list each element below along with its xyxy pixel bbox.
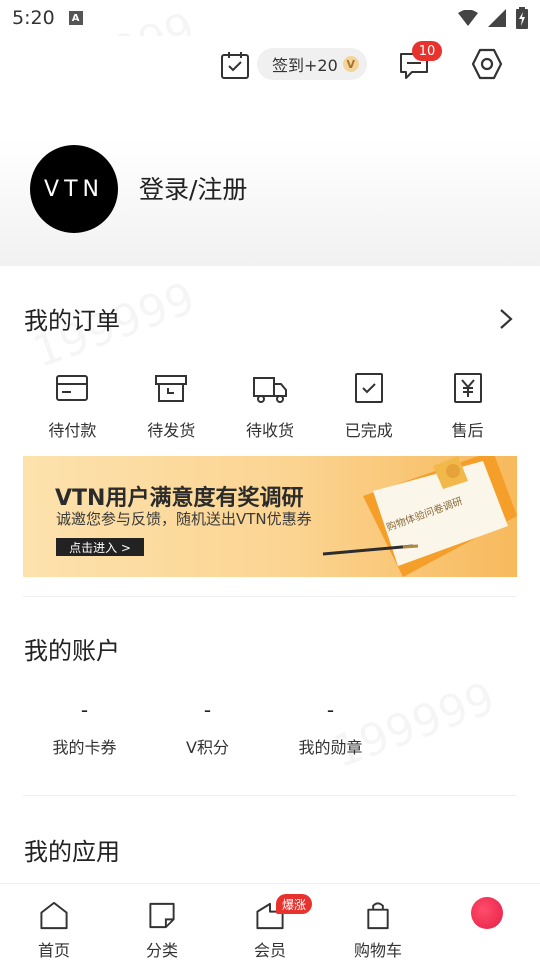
avatar[interactable]: VTN [30,145,118,233]
notification-icon: A [68,11,83,25]
order-item-pending-receipt[interactable]: 待收货 [221,372,320,442]
order-status-row: 待付款 待发货 待收货 已完成 售后 [23,372,517,442]
account-item-medals[interactable]: - 我的勋章 [269,698,392,758]
divider [23,795,517,796]
gift-box-illustration: 购物体验问卷调研 [322,456,517,577]
settings-icon[interactable] [470,47,504,81]
order-item-pending-payment[interactable]: 待付款 [23,372,122,442]
battery-icon [516,7,528,29]
nav-label: 首页 [37,941,70,960]
signal-icon [488,9,506,27]
account-label: 我的卡券 [52,738,117,757]
nav-label: 购物车 [353,941,402,960]
nav-item-member[interactable]: 会员 爆涨 [220,884,320,960]
survey-banner[interactable]: VTN用户满意度有奖调研 诚邀您参与反馈，随机送出VTN优惠券 点击进入 > 购… [23,456,517,577]
status-icons [458,7,528,29]
orders-section-title: 我的订单 [24,307,120,335]
order-label: 已完成 [344,421,393,440]
yen-icon [453,373,482,403]
apps-section-title: 我的应用 [24,838,120,866]
order-item-after-sales[interactable]: 售后 [418,372,517,442]
box-icon [155,375,188,402]
nav-item-home[interactable]: 首页 [4,884,104,960]
order-label: 待发货 [147,421,196,440]
order-label: 待付款 [48,421,97,440]
nav-label: 会员 [253,941,286,960]
account-row: - 我的卡券 - V积分 - 我的勋章 [23,698,393,758]
bottom-nav: 首页 分类 会员 爆涨 购物车 [0,883,540,960]
nav-item-category[interactable]: 分类 [112,884,212,960]
account-label: V积分 [186,738,229,757]
status-bar: 5:20 A [0,0,540,36]
sign-in-label: 签到+20 [272,56,338,75]
nav-label: 分类 [145,941,178,960]
order-label: 待收货 [245,421,294,440]
account-value: - [326,698,335,722]
account-item-points[interactable]: - V积分 [146,698,269,758]
divider [23,596,517,597]
order-label: 售后 [451,421,484,440]
bag-icon [367,902,389,930]
sign-in-button[interactable]: 签到+20 V [257,48,367,80]
header-actions: 签到+20 V 10 [0,41,540,84]
floating-red-dot[interactable] [471,897,503,929]
account-section-title: 我的账户 [24,637,120,665]
account-label: 我的勋章 [298,738,363,757]
account-value: - [80,698,89,722]
order-item-pending-shipment[interactable]: 待发货 [122,372,221,442]
status-time: 5:20 [12,7,55,29]
order-item-completed[interactable]: 已完成 [319,372,418,442]
chevron-right-icon[interactable] [498,307,514,331]
hot-badge: 爆涨 [276,894,313,914]
nav-item-cart[interactable]: 购物车 [328,884,428,960]
login-register-link[interactable]: 登录/注册 [139,170,247,206]
account-value: - [203,698,212,722]
v-coin-icon: V [342,56,359,72]
message-badge: 10 [412,41,442,61]
check-icon [354,373,383,403]
wifi-icon [458,10,478,26]
category-icon [149,902,175,929]
home-icon [40,901,68,930]
wallet-icon [56,375,89,401]
truck-icon [252,377,287,403]
banner-enter-button[interactable]: 点击进入 > [56,538,144,556]
account-item-coupons[interactable]: - 我的卡券 [23,698,146,758]
banner-subtitle: 诚邀您参与反馈，随机送出VTN优惠券 [56,510,312,528]
calendar-icon[interactable] [220,50,250,80]
